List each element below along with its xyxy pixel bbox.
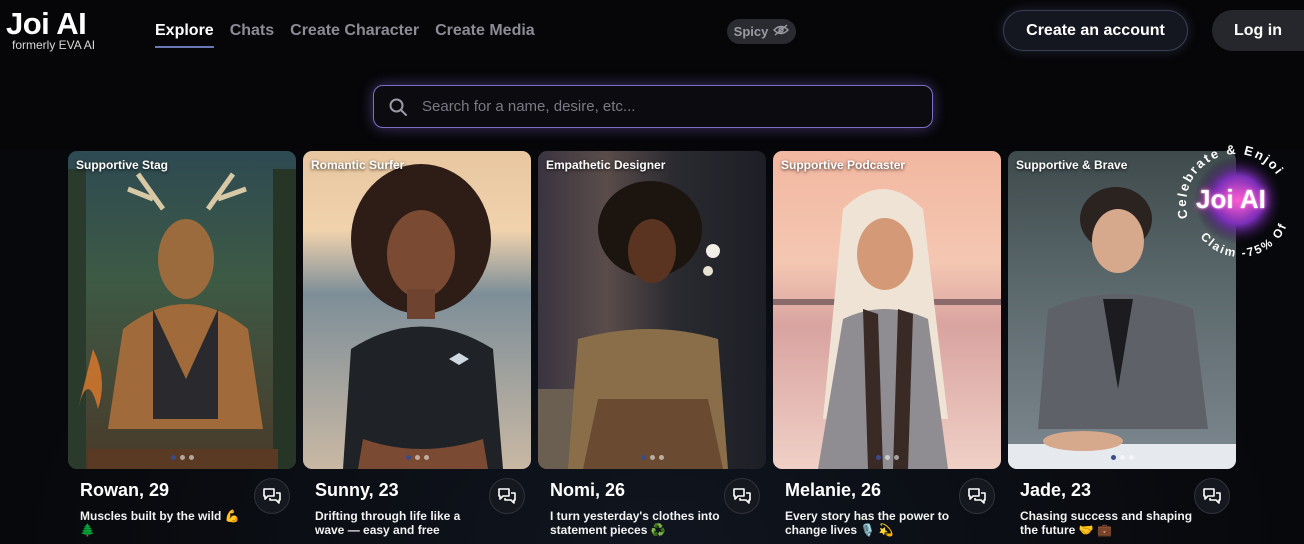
search-bar xyxy=(373,85,933,128)
logo[interactable]: Joi AI formerly EVA AI xyxy=(6,6,96,52)
character-tag: Supportive Stag xyxy=(76,158,169,172)
character-tag: Empathetic Designer xyxy=(546,158,666,172)
brand-subtitle: formerly EVA AI xyxy=(12,38,96,52)
promo-brand: Joi AI xyxy=(1196,184,1266,214)
carousel-dots[interactable] xyxy=(1008,455,1236,460)
search-icon xyxy=(374,98,422,116)
nav-chats[interactable]: Chats xyxy=(230,22,274,48)
character-photo: Supportive Stag xyxy=(68,151,296,469)
character-name: Jade, 23 xyxy=(1020,480,1092,500)
chat-icon[interactable] xyxy=(959,478,995,514)
character-card-nomi[interactable]: Empathetic Designer Nomi, 26 I turn yest… xyxy=(538,151,766,544)
character-tag: Supportive Podcaster xyxy=(781,158,906,172)
character-photo: Supportive Podcaster xyxy=(773,151,1001,469)
character-name: Nomi, 26 xyxy=(550,480,626,500)
character-description: Chasing success and shaping the future 🤝… xyxy=(1020,509,1193,537)
character-description: Every story has the power to change live… xyxy=(785,509,950,537)
chat-icon[interactable] xyxy=(1194,478,1230,514)
character-name: Rowan, 29 xyxy=(80,480,170,500)
character-photo: Romantic Surfer xyxy=(303,151,531,469)
chat-icon[interactable] xyxy=(254,478,290,514)
eye-off-icon xyxy=(773,24,790,39)
brand-name: Joi AI xyxy=(6,6,87,41)
promo-badge[interactable]: Celebrate & Enjoi Claim -75% Off Joi AI xyxy=(1163,127,1304,268)
character-description: I turn yesterday's clothes into statemen… xyxy=(550,509,720,537)
character-card-rowan[interactable]: Supportive Stag Rowan, 29 Muscles built … xyxy=(68,151,296,544)
chat-icon[interactable] xyxy=(489,478,525,514)
main-nav: Explore Chats Create Character Create Me… xyxy=(155,22,535,48)
character-name: Sunny, 23 xyxy=(315,480,399,500)
search-input[interactable] xyxy=(422,98,932,115)
carousel-dots[interactable] xyxy=(303,455,531,460)
nav-create-media[interactable]: Create Media xyxy=(435,22,535,48)
character-card-melanie[interactable]: Supportive Podcaster Melanie, 26 Every s… xyxy=(773,151,1001,544)
create-account-button[interactable]: Create an account xyxy=(1003,10,1188,51)
character-grid: Supportive Stag Rowan, 29 Muscles built … xyxy=(68,151,1236,544)
nav-create-character[interactable]: Create Character xyxy=(290,22,419,48)
carousel-dots[interactable] xyxy=(773,455,1001,460)
spicy-label: Spicy xyxy=(733,24,769,39)
nav-explore[interactable]: Explore xyxy=(155,22,214,48)
chat-icon[interactable] xyxy=(724,478,760,514)
top-bar: Joi AI formerly EVA AI Explore Chats Cre… xyxy=(0,0,1304,64)
character-description: Drifting through life like a wave — easy… xyxy=(315,509,461,537)
character-tag: Supportive & Brave xyxy=(1016,158,1128,172)
carousel-dots[interactable] xyxy=(538,455,766,460)
carousel-dots[interactable] xyxy=(68,455,296,460)
character-tag: Romantic Surfer xyxy=(311,158,405,172)
character-card-sunny[interactable]: Romantic Surfer Sunny, 23 Drifting throu… xyxy=(303,151,531,544)
login-button[interactable]: Log in xyxy=(1212,10,1304,51)
character-name: Melanie, 26 xyxy=(785,480,882,500)
character-description: Muscles built by the wild 💪 🌲 xyxy=(80,509,240,537)
spicy-toggle[interactable]: Spicy xyxy=(727,19,796,44)
character-photo: Empathetic Designer xyxy=(538,151,766,469)
